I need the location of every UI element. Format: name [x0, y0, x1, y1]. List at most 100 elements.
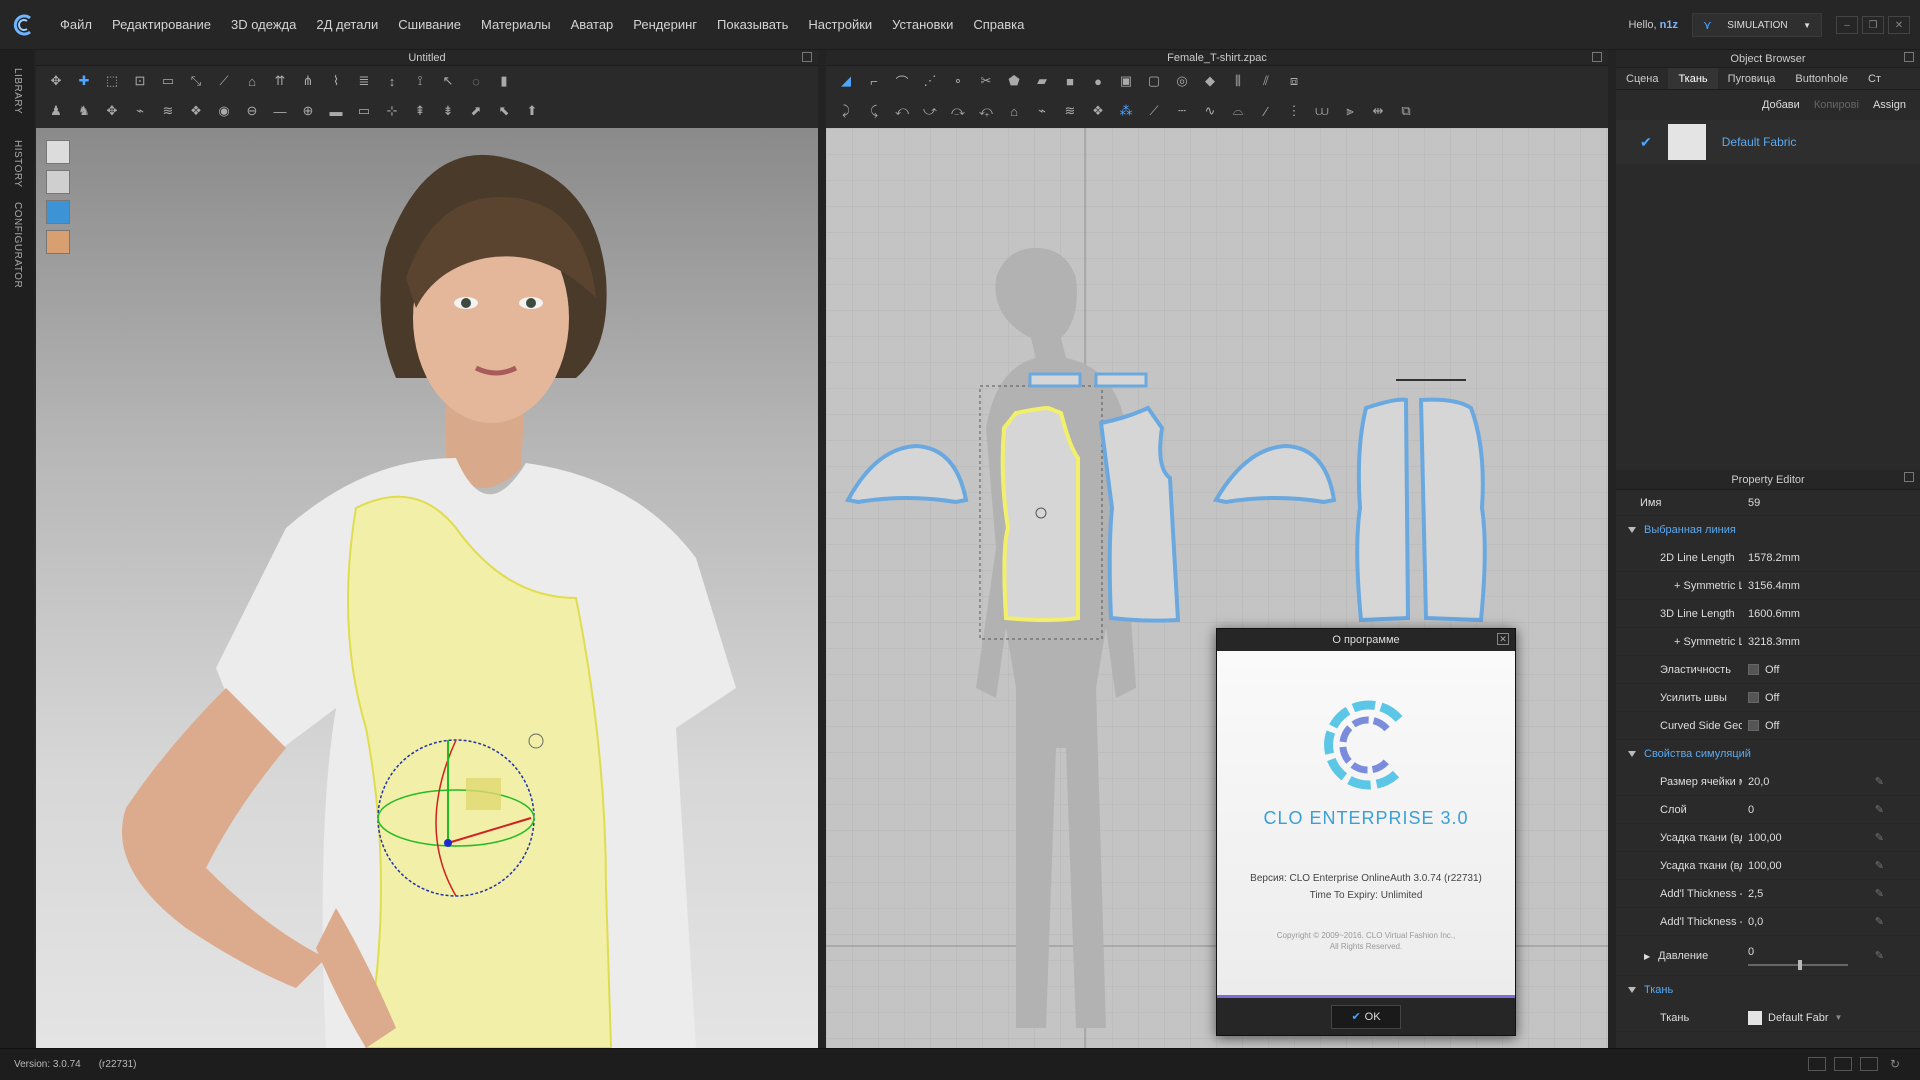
garment-icon[interactable]: ⌂ [242, 72, 262, 90]
tab-fabric[interactable]: Ткань [1668, 68, 1718, 89]
dash-line-icon[interactable]: ┄ [1172, 102, 1192, 120]
internal-circle-icon[interactable]: ◎ [1172, 72, 1192, 90]
pin-icon[interactable]: ✎ [1875, 915, 1884, 928]
menu-render[interactable]: Рендеринг [623, 0, 707, 50]
tape-add-icon[interactable]: ▬ [326, 102, 346, 120]
lasso-icon[interactable]: ◌ [466, 72, 486, 90]
puckering-icon[interactable]: ⬆ [522, 102, 542, 120]
topstitch-2d-icon[interactable]: ⌁ [1032, 102, 1052, 120]
pin-icon[interactable]: ✎ [1875, 775, 1884, 788]
tab-more[interactable]: Ст [1858, 68, 1891, 89]
curvature-icon[interactable]: ∘ [948, 72, 968, 90]
tab-scene[interactable]: Сцена [1616, 68, 1668, 89]
fold-icon[interactable]: ⟋ [214, 72, 234, 90]
section-fabric[interactable]: Ткань [1616, 976, 1920, 1004]
tab-library[interactable]: LIBRARY [12, 68, 23, 114]
shirring-icon[interactable]: ≋ [158, 102, 178, 120]
copy-button[interactable]: Копирові [1814, 99, 1859, 111]
maximize-icon[interactable]: ❐ [1862, 16, 1884, 34]
topstitch-icon[interactable]: ⌁ [130, 102, 150, 120]
menu-2d-pattern[interactable]: 2Д детали [306, 0, 388, 50]
prop-value[interactable]: 20,0 [1742, 776, 1920, 788]
add-point-icon[interactable]: ✚ [74, 72, 94, 90]
pleat-icon[interactable]: ⫼ [1228, 72, 1248, 90]
expand-icon[interactable] [802, 52, 812, 62]
edit-curve-icon[interactable]: ⌒ [892, 72, 912, 90]
internal-polygon-icon[interactable]: ▣ [1116, 72, 1136, 90]
menu-file[interactable]: Файл [50, 0, 102, 50]
slash-icon[interactable]: ⁄ [1256, 102, 1276, 120]
tack-icon[interactable]: ⌇ [326, 72, 346, 90]
tack-2d-icon[interactable]: ⤽ [976, 102, 996, 120]
pin-add-icon[interactable]: ⊹ [382, 102, 402, 120]
hanger-icon[interactable]: ⌂ [1004, 102, 1024, 120]
add-button[interactable]: Добави [1762, 99, 1800, 111]
split-view-icon[interactable] [1808, 1057, 1826, 1071]
fabric-list-item[interactable]: ✔ Default Fabric [1616, 120, 1920, 164]
menu-materials[interactable]: Материалы [471, 0, 561, 50]
button-icon[interactable]: ≣ [354, 72, 374, 90]
pattern-collar-left[interactable] [1028, 372, 1082, 388]
free-sew-icon[interactable]: ⤹ [864, 102, 884, 120]
viewport-3d[interactable] [36, 128, 818, 1048]
trace-icon[interactable]: ⧈ [1284, 72, 1304, 90]
pin-icon[interactable]: ✎ [1875, 831, 1884, 844]
segment-sew-icon[interactable]: ⤸ [836, 102, 856, 120]
menu-sewing[interactable]: Сшивание [388, 0, 471, 50]
mirror-icon[interactable]: ⇹ [1368, 102, 1388, 120]
circle-icon[interactable]: ● [1088, 72, 1108, 90]
dart-icon[interactable]: ◆ [1200, 72, 1220, 90]
seam-icon[interactable]: ⋔ [298, 72, 318, 90]
elastic-checkbox[interactable] [1748, 664, 1759, 676]
avatar-fit-icon[interactable]: ✥ [102, 102, 122, 120]
select-2d-icon[interactable]: ⁂ [1116, 102, 1136, 120]
graphic-icon[interactable]: ⬈ [466, 102, 486, 120]
prop-value[interactable]: 100,00 [1742, 860, 1920, 872]
tape-edit-icon[interactable]: ▭ [354, 102, 374, 120]
reinforce-checkbox[interactable] [1748, 692, 1759, 704]
pattern-back-left[interactable] [1355, 397, 1411, 623]
folder-icon[interactable]: ▰ [1032, 72, 1052, 90]
pressure-slider[interactable] [1748, 959, 1848, 970]
cut-icon[interactable]: ✂ [976, 72, 996, 90]
ruler-icon[interactable]: ▮ [494, 72, 514, 90]
close-icon[interactable]: ✕ [1888, 16, 1910, 34]
pin-icon[interactable]: ✎ [1875, 949, 1884, 962]
measure-icon[interactable]: ↕ [382, 72, 402, 90]
section-sim-properties[interactable]: Свойства симуляций [1616, 740, 1920, 768]
section-selected-line[interactable]: Выбранная линия [1616, 516, 1920, 544]
menu-settings[interactable]: Настройки [798, 0, 882, 50]
menu-preferences[interactable]: Установки [882, 0, 963, 50]
prop-name-value[interactable]: 59 [1742, 497, 1920, 509]
slider-handle[interactable] [1798, 959, 1802, 970]
brush-icon[interactable]: ↖ [438, 72, 458, 90]
trim-icon[interactable]: ⇟ [438, 102, 458, 120]
zoom-fit-icon[interactable]: ⧉ [1396, 102, 1416, 120]
polygon-icon[interactable]: ⬟ [1004, 72, 1024, 90]
pattern-back-right[interactable] [1418, 397, 1487, 623]
prop-value[interactable]: 2,5 [1742, 888, 1920, 900]
pressure-value[interactable]: 0 [1748, 946, 1920, 958]
measure-2d-icon[interactable]: ⟋ [1144, 102, 1164, 120]
tab-button[interactable]: Пуговица [1718, 68, 1786, 89]
transform-pattern-icon[interactable]: ◢ [836, 72, 856, 90]
prop-value[interactable]: 0,0 [1742, 916, 1920, 928]
expand-icon[interactable] [1592, 52, 1602, 62]
pattern-fill-icon[interactable]: ❖ [186, 102, 206, 120]
size-icon[interactable]: ⩊ [1312, 102, 1332, 120]
select-mesh-icon[interactable]: ⊡ [130, 72, 150, 90]
arc-icon[interactable]: ⌓ [1228, 102, 1248, 120]
pin-icon[interactable]: ✎ [1875, 803, 1884, 816]
assign-button[interactable]: Assign [1873, 99, 1906, 111]
symmetry-icon[interactable]: ⫸ [1340, 102, 1360, 120]
expand-icon[interactable] [1904, 52, 1914, 62]
rectangle-icon[interactable]: ■ [1060, 72, 1080, 90]
box-select-icon[interactable]: ▭ [158, 72, 178, 90]
expand-icon[interactable] [1904, 472, 1914, 482]
pin-icon[interactable]: ✎ [1875, 887, 1884, 900]
menu-help[interactable]: Справка [963, 0, 1034, 50]
arrange-icon[interactable]: ⇈ [270, 72, 290, 90]
wave-line-icon[interactable]: ∿ [1200, 102, 1220, 120]
tab-history[interactable]: HISTORY [12, 140, 23, 188]
ok-button[interactable]: ✔ OK [1331, 1004, 1401, 1029]
